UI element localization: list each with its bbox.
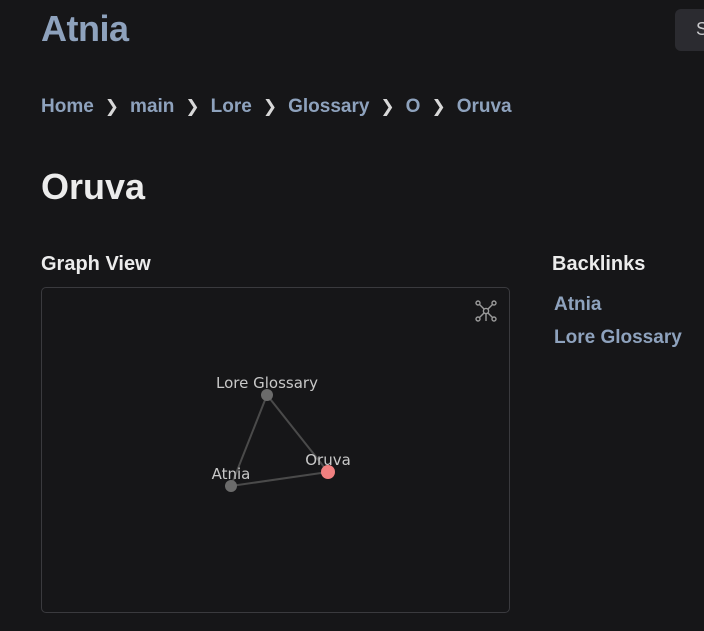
- backlinks-list: Atnia Lore Glossary: [554, 293, 682, 359]
- breadcrumb-separator-icon: ❯: [380, 97, 395, 116]
- breadcrumb: Home ❯ main ❯ Lore ❯ Glossary ❯ O ❯ Oruv…: [41, 96, 512, 118]
- breadcrumb-separator-icon: ❯: [262, 97, 278, 116]
- site-title-link[interactable]: Atnia: [41, 8, 129, 50]
- graph-svg[interactable]: Lore Glossary Atnia Oruva: [42, 288, 511, 614]
- breadcrumb-separator-icon: ❯: [431, 97, 446, 116]
- global-graph-icon-svg: [475, 300, 497, 322]
- page-title: Oruva: [41, 166, 146, 207]
- breadcrumb-item-oruva[interactable]: Oruva: [457, 96, 512, 118]
- search-button[interactable]: S: [675, 9, 704, 51]
- graph-node-atnia[interactable]: Atnia: [212, 465, 251, 492]
- breadcrumb-separator-icon: ❯: [185, 97, 200, 116]
- graph-node-lore-glossary[interactable]: Lore Glossary: [216, 374, 318, 401]
- breadcrumb-item-main[interactable]: main: [130, 96, 174, 118]
- breadcrumb-item-home[interactable]: Home: [41, 96, 94, 118]
- graph-view-heading: Graph View: [41, 253, 151, 275]
- graph-node-label: Atnia: [212, 465, 251, 483]
- global-graph-icon[interactable]: [473, 298, 499, 324]
- breadcrumb-item-lore[interactable]: Lore: [211, 96, 252, 118]
- breadcrumb-separator-icon: ❯: [104, 97, 120, 116]
- backlink-item-atnia[interactable]: Atnia: [554, 293, 682, 326]
- graph-node-label: Oruva: [305, 451, 351, 469]
- breadcrumb-item-o[interactable]: O: [406, 96, 421, 118]
- backlink-item-lore-glossary[interactable]: Lore Glossary: [554, 326, 682, 359]
- backlinks-heading: Backlinks: [552, 253, 646, 275]
- search-button-label: S: [696, 19, 704, 39]
- graph-node-label: Lore Glossary: [216, 374, 318, 392]
- breadcrumb-item-glossary[interactable]: Glossary: [288, 96, 369, 118]
- page: Atnia S Home ❯ main ❯ Lore ❯ Glossary ❯ …: [0, 0, 704, 631]
- graph-view-canvas[interactable]: Lore Glossary Atnia Oruva: [41, 287, 510, 613]
